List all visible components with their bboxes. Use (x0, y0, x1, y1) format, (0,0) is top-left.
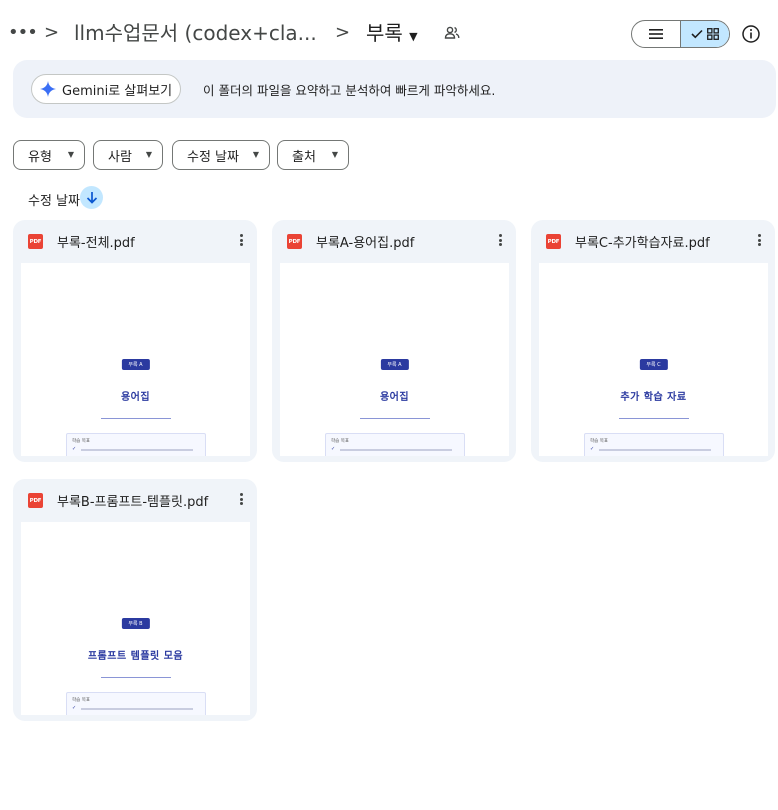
thumbnail-heading: 용어집 (120, 392, 151, 403)
thumbnail-box: 학습 목표 ✓ (66, 433, 206, 456)
file-card-header: PDF 부록B-프롬프트-템플릿.pdf (13, 479, 257, 521)
breadcrumb-current-folder[interactable]: 부록 ▼ (366, 20, 418, 50)
more-breadcrumbs-button[interactable]: ••• (8, 22, 38, 44)
thumbnail-badge: 부록 A (380, 359, 409, 370)
file-thumbnail[interactable]: 부록 C 추가 학습 자료 학습 목표 ✓ (539, 263, 768, 456)
list-view-button[interactable] (632, 21, 680, 47)
check-icon: ✓ (331, 446, 336, 452)
sort-direction-button[interactable] (80, 186, 103, 209)
thumbnail-divider (100, 418, 171, 419)
thumbnail-box-label: 학습 목표 (72, 439, 90, 444)
kebab-icon[interactable] (496, 232, 504, 248)
pdf-icon: PDF (287, 234, 302, 249)
pdf-icon: PDF (28, 493, 43, 508)
grid-view-button[interactable] (680, 21, 729, 47)
file-card-header: PDF 부록C-추가학습자료.pdf (531, 220, 775, 262)
kebab-icon[interactable] (237, 491, 245, 507)
file-card[interactable]: PDF 부록C-추가학습자료.pdf 부록 C 추가 학습 자료 학습 목표 ✓ (531, 220, 775, 462)
pdf-icon: PDF (546, 234, 561, 249)
thumbnail-heading: 용어집 (379, 392, 410, 403)
breadcrumb-separator: > (335, 22, 351, 43)
sparkle-icon (40, 81, 56, 97)
thumbnail-box: 학습 목표 ✓ (325, 433, 465, 456)
file-card[interactable]: PDF 부록-전체.pdf 부록 A 용어집 학습 목표 ✓ (13, 220, 257, 462)
people-icon[interactable] (443, 24, 461, 42)
file-card-header: PDF 부록-전체.pdf (13, 220, 257, 262)
filter-modified-chip[interactable]: 수정 날짜 ▼ (172, 140, 270, 170)
view-toggle (631, 20, 730, 48)
file-card[interactable]: PDF 부록B-프롬프트-템플릿.pdf 부록 B 프롬프트 템플릿 모음 학습… (13, 479, 257, 721)
file-name: 부록B-프롬프트-템플릿.pdf (57, 495, 209, 510)
thumbnail-box: 학습 목표 ✓ (584, 433, 724, 456)
breadcrumb-separator: > (44, 22, 60, 43)
pdf-icon: PDF (28, 234, 43, 249)
gemini-button-label: Gemini로 살펴보기 (62, 83, 173, 99)
thumbnail-text-line (599, 449, 711, 451)
chevron-down-icon: ▼ (252, 150, 259, 159)
sort-label[interactable]: 수정 날짜 (28, 190, 80, 209)
thumbnail-box-label: 학습 목표 (331, 439, 349, 444)
check-icon: ✓ (590, 446, 595, 452)
thumbnail-heading: 추가 학습 자료 (620, 392, 687, 403)
chevron-down-icon: ▼ (67, 150, 74, 159)
thumbnail-box-label: 학습 목표 (72, 698, 90, 703)
filter-type-chip[interactable]: 유형 ▼ (13, 140, 85, 170)
check-icon: ✓ (72, 705, 77, 711)
gemini-explore-button[interactable]: Gemini로 살펴보기 (31, 74, 181, 104)
chevron-down-icon: ▼ (409, 30, 418, 43)
filter-label: 출처 (292, 149, 316, 165)
thumbnail-badge: 부록 A (121, 359, 150, 370)
check-icon: ✓ (72, 446, 77, 452)
filter-label: 사람 (108, 149, 132, 165)
thumbnail-divider (359, 418, 430, 419)
thumbnail-text-line (81, 449, 193, 451)
thumbnail-box: 학습 목표 ✓ (66, 692, 206, 715)
filter-people-chip[interactable]: 사람 ▼ (93, 140, 163, 170)
grid-icon (707, 28, 719, 40)
current-folder-name: 부록 (366, 21, 403, 45)
file-thumbnail[interactable]: 부록 B 프롬프트 템플릿 모음 학습 목표 ✓ (21, 522, 250, 715)
filter-source-chip[interactable]: 출처 ▼ (277, 140, 349, 170)
list-icon (649, 29, 663, 39)
top-bar: ••• > llm수업문서 (codex+cla... > 부록 ▼ (0, 0, 778, 66)
thumbnail-divider (618, 418, 689, 419)
file-card[interactable]: PDF 부록A-용어집.pdf 부록 A 용어집 학습 목표 ✓ (272, 220, 516, 462)
thumbnail-badge: 부록 C (639, 359, 668, 370)
thumbnail-badge: 부록 B (121, 618, 150, 629)
kebab-icon[interactable] (237, 232, 245, 248)
thumbnail-box-label: 학습 목표 (590, 439, 608, 444)
file-thumbnail[interactable]: 부록 A 용어집 학습 목표 ✓ (280, 263, 509, 456)
chevron-down-icon: ▼ (145, 150, 152, 159)
file-thumbnail[interactable]: 부록 A 용어집 학습 목표 ✓ (21, 263, 250, 456)
file-card-header: PDF 부록A-용어집.pdf (272, 220, 516, 262)
file-name: 부록A-용어집.pdf (316, 236, 415, 251)
filter-label: 수정 날짜 (187, 149, 239, 165)
banner-description: 이 폴더의 파일을 요약하고 분석하여 빠르게 파악하세요. (203, 83, 496, 98)
chevron-down-icon: ▼ (331, 150, 338, 159)
thumbnail-text-line (81, 708, 193, 710)
breadcrumb-parent-folder[interactable]: llm수업문서 (codex+cla... (74, 20, 317, 46)
thumbnail-divider (100, 677, 171, 678)
arrow-down-icon (86, 192, 97, 204)
file-name: 부록-전체.pdf (57, 236, 135, 251)
thumbnail-text-line (340, 449, 452, 451)
check-icon (691, 29, 703, 39)
kebab-icon[interactable] (755, 232, 763, 248)
thumbnail-heading: 프롬프트 템플릿 모음 (87, 651, 184, 662)
info-icon[interactable] (741, 24, 761, 44)
file-name: 부록C-추가학습자료.pdf (575, 236, 710, 251)
filter-label: 유형 (28, 149, 52, 165)
